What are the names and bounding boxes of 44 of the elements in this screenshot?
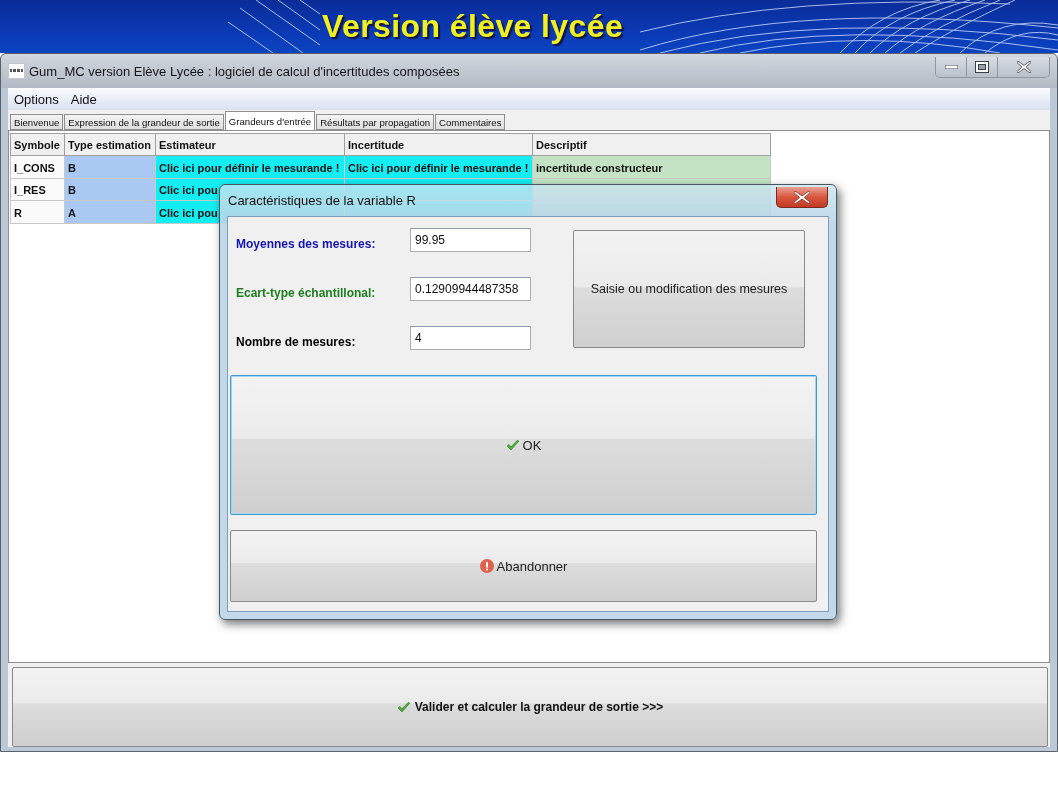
close-button[interactable]	[776, 187, 828, 208]
close-icon	[1016, 61, 1031, 73]
column-header[interactable]: Symbole	[10, 133, 65, 156]
table-cell: I_CONS	[14, 161, 55, 174]
tab[interactable]: Résultats par propagation	[316, 114, 435, 130]
input-field[interactable]: 0.12909944487358	[410, 277, 531, 301]
table-cell: I_RES	[14, 184, 46, 197]
tab[interactable]: Bienvenue	[10, 114, 64, 130]
check-icon	[396, 701, 411, 713]
close-button[interactable]	[997, 57, 1049, 77]
input-field[interactable]: 4	[410, 326, 531, 350]
alert-icon	[479, 559, 494, 573]
close-icon	[794, 190, 810, 204]
column-header[interactable]: Type estimation	[64, 133, 156, 156]
column-header[interactable]: Estimateur	[155, 133, 345, 156]
menu-item[interactable]: Options	[9, 89, 64, 109]
ok-button[interactable]: OK	[230, 375, 817, 515]
field-label: Ecart-type échantillonal:	[236, 286, 376, 300]
check-icon	[505, 439, 520, 451]
column-header[interactable]: Incertitude	[344, 133, 533, 156]
table-cell: B	[68, 184, 76, 197]
table-cell: A	[68, 206, 76, 219]
input-field[interactable]: 99.95	[410, 228, 531, 252]
table-cell: B	[68, 161, 76, 174]
maximize-icon	[975, 61, 989, 73]
tab[interactable]: Commentaires	[435, 114, 506, 130]
minimize-icon	[944, 65, 958, 69]
dialog-title: Caractéristiques de la variable R	[227, 193, 416, 208]
maximize-button[interactable]	[966, 57, 997, 77]
tab[interactable]: Expression de la grandeur de sortie	[64, 114, 224, 130]
tab[interactable]: Grandeurs d'entrée	[224, 111, 316, 130]
menu-item[interactable]: Aide	[65, 89, 102, 109]
window-title: Gum_MC version Elève Lycée : logiciel de calcul d'incertitudes composées	[29, 63, 460, 79]
cancel-button[interactable]: Abandonner	[230, 530, 817, 602]
field-label: Nombre de mesures:	[236, 335, 356, 349]
table-cell: R	[14, 206, 22, 219]
validate-button[interactable]: Valider et calculer la grandeur de sortie >>>	[12, 667, 1048, 747]
column-header[interactable]: Descriptif	[532, 133, 771, 156]
table-cell[interactable]: Clic ici pou	[159, 206, 218, 219]
banner-title: Version élève lycée	[322, 8, 624, 45]
field-label: Moyennes des mesures:	[236, 237, 376, 251]
measures-button[interactable]: Saisie ou modification des mesures	[573, 230, 805, 348]
table-cell[interactable]: Clic ici pou	[159, 184, 218, 197]
app-icon	[8, 63, 25, 79]
